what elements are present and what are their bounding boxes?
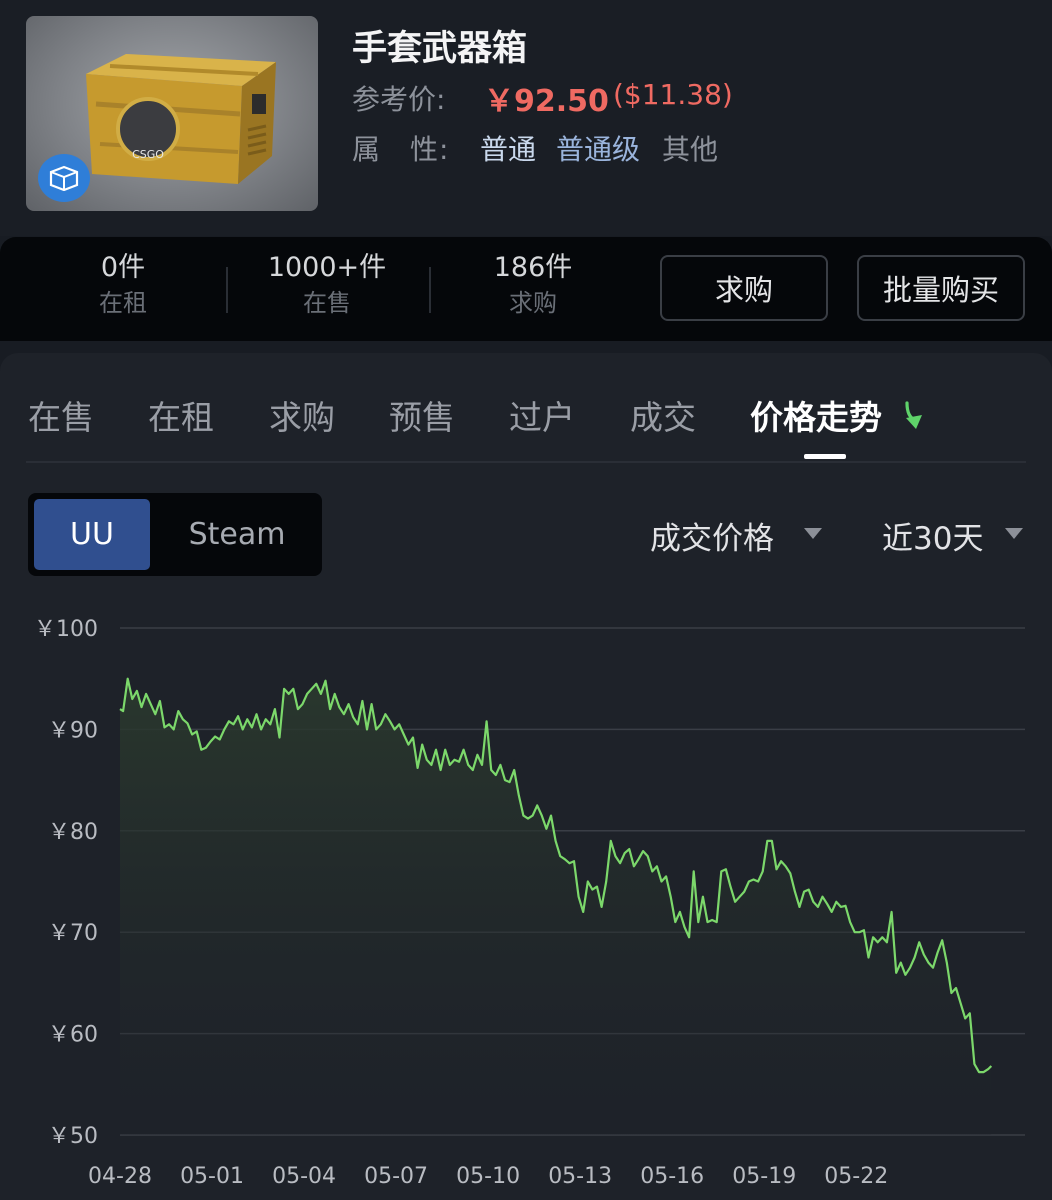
x-tick-label: 05-10: [456, 1164, 520, 1189]
y-tick-label: ￥60: [48, 1023, 98, 1048]
x-tick-label: 05-13: [548, 1164, 612, 1189]
y-tick-label: ￥80: [48, 820, 98, 845]
divider: [429, 267, 431, 313]
weapon-case-image[interactable]: CSGO: [26, 16, 318, 211]
svg-text:CSGO: CSGO: [132, 148, 164, 161]
stat-request-label: 求购: [509, 289, 557, 317]
attribute-type: 其他: [662, 133, 719, 166]
stat-rent-label: 在租: [99, 289, 147, 317]
price-area: [120, 678, 992, 1135]
stat-sale-label: 在售: [303, 289, 351, 317]
divider: [226, 267, 228, 313]
x-tick-label: 04-28: [88, 1164, 152, 1189]
buy-request-button[interactable]: 求购: [660, 255, 828, 321]
attribute-quality: 普通: [480, 133, 537, 166]
x-tick-label: 05-16: [640, 1164, 704, 1189]
ref-price-label: 参考价:: [352, 83, 446, 116]
price-trend-chart: ￥100 ￥90 ￥80 ￥70 ￥60 ￥50 04-28 05-01 05-04 05-07 0…: [34, 617, 1025, 1189]
stat-sale[interactable]: 1000+件 在售: [242, 251, 412, 321]
y-tick-label: ￥90: [48, 718, 98, 743]
item-title: 手套武器箱: [352, 29, 528, 69]
attribute-rarity: 普通级: [556, 133, 641, 166]
stat-rent[interactable]: 0件 在租: [38, 251, 208, 321]
stat-rent-count: 0件: [100, 252, 146, 283]
stats-bar: 0件 在租 1000+件 在售 186件 求购 求购 批量购买: [0, 237, 1052, 341]
x-tick-label: 05-22: [824, 1164, 888, 1189]
attribute-label: 属 性:: [352, 133, 450, 166]
x-tick-label: 05-07: [364, 1164, 428, 1189]
y-tick-label: ￥50: [48, 1124, 98, 1149]
ref-price-usd: ($11.38): [613, 78, 733, 111]
stat-sale-count: 1000+件: [267, 252, 387, 283]
y-tick-label: ￥70: [48, 921, 98, 946]
ref-price-value: ￥92.50: [484, 84, 609, 119]
stat-request[interactable]: 186件 求购: [448, 251, 618, 321]
x-tick-label: 05-19: [732, 1164, 796, 1189]
crate-icon: CSGO: [86, 54, 276, 184]
market-panel: 在售 在租 求购 预售 过户 成交 价格走势 UU Steam 成交价格 近30…: [0, 353, 1052, 1200]
x-tick-label: 05-04: [272, 1164, 336, 1189]
x-tick-label: 05-01: [180, 1164, 244, 1189]
y-tick-label: ￥100: [34, 617, 98, 642]
item-header: CSGO 手套武器箱 参考价: ￥92.50 ($11.38) 属 性: 普通 …: [0, 0, 1052, 236]
bulk-buy-button[interactable]: 批量购买: [857, 255, 1025, 321]
box-icon: [38, 154, 90, 202]
stat-request-count: 186件: [493, 252, 573, 283]
